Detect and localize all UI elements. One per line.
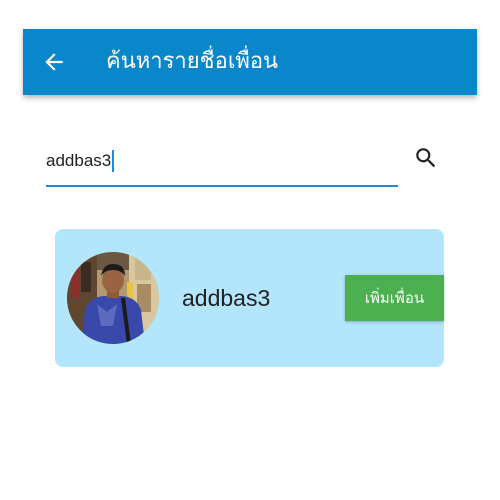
page-title: ค้นหารายชื่อเพื่อน	[106, 49, 279, 74]
search-icon	[416, 148, 436, 168]
search-field[interactable]	[46, 143, 398, 187]
friend-username: addbas3	[182, 285, 271, 311]
friend-result-card: addbas3 เพิ่มเพื่อน	[55, 229, 444, 367]
search-button[interactable]	[413, 145, 439, 171]
back-button[interactable]	[41, 49, 67, 75]
search-input[interactable]	[46, 147, 386, 175]
avatar[interactable]	[67, 252, 159, 344]
text-cursor	[112, 150, 115, 172]
arrow-back-icon	[45, 53, 63, 71]
add-friend-button[interactable]: เพิ่มเพื่อน	[345, 275, 444, 321]
app-bar: ค้นหารายชื่อเพื่อน	[23, 29, 477, 95]
avatar-photo	[67, 252, 159, 344]
